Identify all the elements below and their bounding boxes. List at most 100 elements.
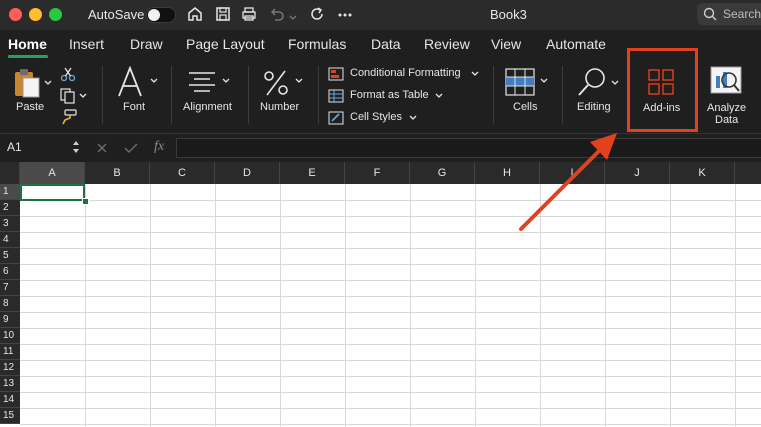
autosave-toggle[interactable]	[146, 7, 176, 23]
undo-dropdown-chevron-down-icon[interactable]	[288, 9, 298, 27]
row-header-7[interactable]: 7	[0, 280, 20, 296]
tab-home[interactable]: Home	[8, 36, 47, 52]
tab-insert[interactable]: Insert	[69, 36, 104, 52]
column-header-h[interactable]: H	[475, 162, 540, 184]
grid-line	[280, 184, 281, 427]
row-header-6[interactable]: 6	[0, 264, 20, 280]
cell-styles-button[interactable]: Cell Styles	[328, 110, 428, 126]
grid-line	[85, 184, 86, 427]
number-button[interactable]: Number	[256, 64, 310, 124]
row-header-13[interactable]: 13	[0, 376, 20, 392]
percent-icon	[264, 70, 288, 96]
tab-page-layout[interactable]: Page Layout	[186, 36, 265, 52]
grid-line	[20, 280, 761, 281]
cell-styles-icon	[328, 111, 344, 125]
print-icon[interactable]	[240, 5, 258, 23]
undo-icon[interactable]	[268, 5, 286, 23]
cells-chevron-down-icon	[540, 78, 548, 83]
row-header-2[interactable]: 2	[0, 200, 20, 216]
column-header-g[interactable]: G	[410, 162, 475, 184]
font-button[interactable]: Font	[112, 64, 162, 124]
column-header-c[interactable]: C	[150, 162, 215, 184]
title-bar: AutoSave Book3 Search	[0, 0, 761, 30]
column-header-e[interactable]: E	[280, 162, 345, 184]
row-header-11[interactable]: 11	[0, 344, 20, 360]
grid-line	[410, 184, 411, 427]
paste-label: Paste	[16, 101, 45, 113]
column-header-f[interactable]: F	[345, 162, 410, 184]
cells-button[interactable]: Cells	[502, 64, 554, 124]
row-header-14[interactable]: 14	[0, 392, 20, 408]
zoom-window-button[interactable]	[49, 8, 62, 21]
conditional-formatting-icon	[328, 67, 344, 81]
format-as-table-button[interactable]: Format as Table	[328, 88, 458, 104]
row-header-8[interactable]: 8	[0, 296, 20, 312]
cut-scissors-icon[interactable]	[60, 66, 76, 82]
number-label: Number	[260, 101, 300, 113]
tab-review[interactable]: Review	[424, 36, 470, 52]
alignment-button[interactable]: Alignment	[180, 64, 240, 124]
analyze-data-icon	[710, 66, 742, 94]
column-header-j[interactable]: J	[605, 162, 670, 184]
column-header-d[interactable]: D	[215, 162, 280, 184]
format-as-table-chevron-down-icon	[435, 93, 443, 98]
row-header-1[interactable]: 1	[0, 184, 20, 200]
row-header-15[interactable]: 15	[0, 408, 20, 424]
grid-line	[20, 424, 761, 425]
tab-formulas[interactable]: Formulas	[288, 36, 346, 52]
column-header-b[interactable]: B	[85, 162, 150, 184]
home-icon[interactable]	[186, 5, 204, 23]
selected-cell-a1[interactable]	[20, 184, 85, 201]
name-box[interactable]: A1	[0, 134, 84, 161]
enter-check-icon[interactable]	[124, 142, 138, 154]
number-chevron-down-icon	[295, 78, 303, 83]
spreadsheet-grid[interactable]: A B C D E F G H I J K 1 2 3 4 5 6 7 8 9 …	[0, 162, 761, 427]
format-as-table-icon	[328, 89, 344, 103]
column-header-i[interactable]: I	[540, 162, 605, 184]
column-header-overflow[interactable]	[735, 162, 761, 184]
paste-chevron-down-icon	[44, 80, 52, 85]
minimize-window-button[interactable]	[29, 8, 42, 21]
tab-data[interactable]: Data	[371, 36, 401, 52]
row-header-12[interactable]: 12	[0, 360, 20, 376]
row-header-9[interactable]: 9	[0, 312, 20, 328]
copy-icon[interactable]	[60, 88, 88, 104]
conditional-formatting-label: Conditional Formatting	[350, 67, 461, 79]
row-header-3[interactable]: 3	[0, 216, 20, 232]
row-header-4[interactable]: 4	[0, 232, 20, 248]
formula-input[interactable]	[176, 138, 761, 158]
analyze-data-button[interactable]: Analyze Data	[704, 64, 752, 128]
grid-line	[540, 184, 541, 427]
format-painter-icon[interactable]	[60, 109, 78, 125]
grid-line	[345, 184, 346, 427]
grid-line	[20, 264, 761, 265]
grid-line	[20, 248, 761, 249]
insert-function-icon[interactable]: fx	[154, 139, 164, 155]
save-icon[interactable]	[214, 5, 232, 23]
row-header-5[interactable]: 5	[0, 248, 20, 264]
grid-line	[20, 216, 761, 217]
more-icon[interactable]	[336, 6, 354, 24]
paste-button[interactable]: Paste	[10, 66, 54, 124]
tab-draw[interactable]: Draw	[130, 36, 163, 52]
cell-styles-chevron-down-icon	[409, 115, 417, 120]
column-header-a[interactable]: A	[20, 162, 85, 184]
tab-automate[interactable]: Automate	[546, 36, 606, 52]
row-header-10[interactable]: 10	[0, 328, 20, 344]
select-all-corner[interactable]	[0, 162, 20, 184]
ribbon-separator	[318, 66, 319, 124]
fill-handle[interactable]	[82, 198, 89, 205]
editing-button[interactable]: Editing	[572, 64, 626, 124]
column-header-k[interactable]: K	[670, 162, 735, 184]
analyze-data-label-line1: Analyze	[707, 102, 747, 114]
editing-label: Editing	[577, 101, 611, 113]
search-box[interactable]: Search	[697, 3, 761, 25]
font-letter-icon	[118, 66, 142, 97]
font-chevron-down-icon	[150, 78, 158, 83]
redo-icon[interactable]	[308, 5, 326, 23]
tab-view[interactable]: View	[491, 36, 521, 52]
cancel-x-icon[interactable]	[96, 142, 108, 154]
grid-line	[20, 392, 761, 393]
conditional-formatting-button[interactable]: Conditional Formatting	[328, 66, 488, 82]
close-window-button[interactable]	[9, 8, 22, 21]
